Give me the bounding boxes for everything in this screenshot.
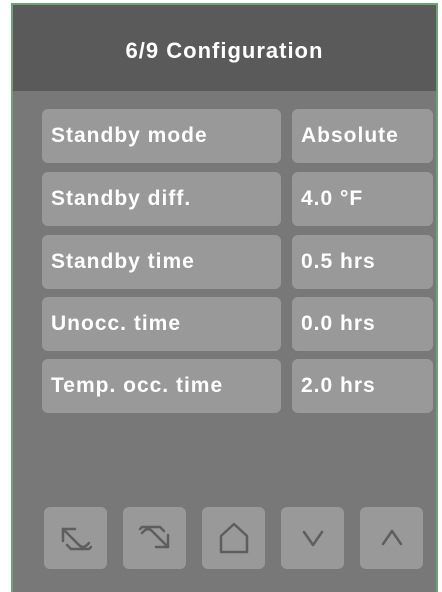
home-icon: [219, 522, 248, 554]
setting-value[interactable]: Absolute: [292, 109, 433, 163]
page-title: 6/9 Configuration: [125, 38, 324, 63]
undo-icon: [61, 527, 92, 551]
thermostat-screen: 6/9 Configuration Standby mode Absolute …: [11, 3, 438, 592]
home-button[interactable]: [202, 507, 265, 569]
setting-label[interactable]: Standby time: [42, 235, 281, 289]
chevron-down-icon: [302, 530, 323, 547]
redo-button[interactable]: [123, 507, 186, 569]
setting-label[interactable]: Standby diff.: [42, 172, 281, 226]
redo-icon: [138, 525, 169, 549]
setting-value[interactable]: 2.0 hrs: [292, 359, 433, 413]
setting-value[interactable]: 0.0 hrs: [292, 297, 433, 351]
scroll-down-button[interactable]: [281, 507, 344, 569]
setting-value[interactable]: 4.0 °F: [292, 172, 433, 226]
chevron-up-icon: [381, 529, 402, 546]
setting-value[interactable]: 0.5 hrs: [292, 235, 433, 289]
header-bar: 6/9 Configuration: [13, 5, 436, 91]
undo-button[interactable]: [44, 507, 107, 569]
setting-label[interactable]: Standby mode: [42, 109, 281, 163]
setting-label[interactable]: Temp. occ. time: [42, 359, 281, 413]
scroll-up-button[interactable]: [360, 507, 423, 569]
setting-label[interactable]: Unocc. time: [42, 297, 281, 351]
